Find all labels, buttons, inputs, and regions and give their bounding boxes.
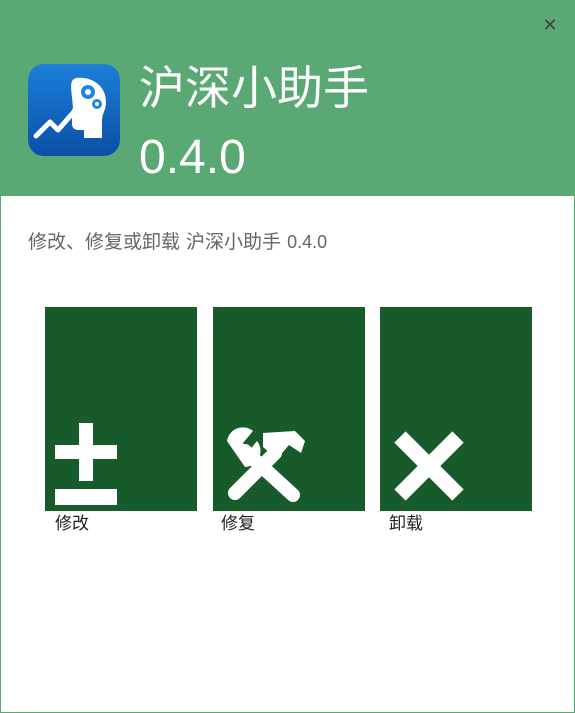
repair-tile-button[interactable] (213, 307, 365, 511)
header-banner: ✕ 沪深小助手 0.4.0 (0, 0, 575, 196)
page-subtitle: 修改、修复或卸载 沪深小助手 0.4.0 (28, 228, 327, 256)
app-logo-icon (28, 64, 120, 156)
repair-label[interactable]: 修复 (221, 512, 255, 536)
app-title: 沪深小助手 (139, 61, 369, 115)
modify-tile-button[interactable] (45, 307, 197, 511)
subtitle-version: 0.4.0 (287, 232, 328, 252)
hammer-wrench-icon (227, 427, 305, 502)
close-button[interactable]: ✕ (541, 16, 559, 36)
uninstall-label[interactable]: 卸载 (389, 512, 423, 536)
uninstall-tile-button[interactable] (380, 307, 532, 511)
plus-minus-icon (55, 423, 117, 505)
x-icon (394, 431, 464, 501)
app-version: 0.4.0 (139, 131, 246, 184)
subtitle-text: 修改、修复或卸载 沪深小助手 (28, 231, 282, 253)
modify-label[interactable]: 修改 (55, 512, 89, 536)
